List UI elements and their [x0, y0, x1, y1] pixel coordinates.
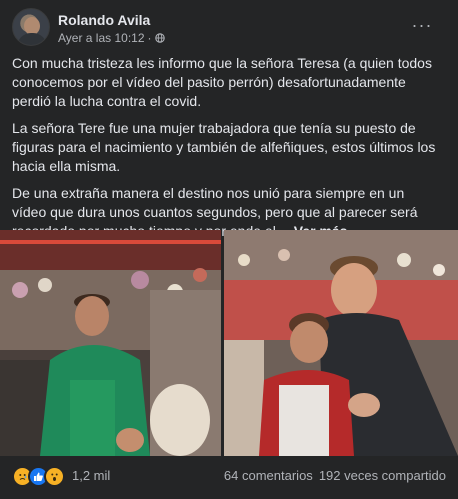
photo-right[interactable] — [224, 230, 458, 456]
reactions-count[interactable]: 1,2 mil — [72, 468, 110, 483]
post-header: Rolando Avila Ayer a las 10:12 · ··· — [12, 8, 446, 48]
reaction-icons[interactable] — [12, 466, 65, 487]
photo-shop-woman — [0, 230, 221, 456]
post-stats: 64 comentarios 192 veces compartido — [224, 468, 446, 483]
author-name[interactable]: Rolando Avila — [58, 12, 150, 28]
more-options-button[interactable]: ··· — [406, 12, 438, 38]
post-card: Rolando Avila Ayer a las 10:12 · ··· Con… — [0, 0, 458, 499]
reactions-bar: 1,2 mil 64 comentarios 192 veces compart… — [12, 462, 446, 488]
post-paragraph: Con mucha tristeza les informo que la se… — [12, 55, 432, 109]
post-text: Con mucha tristeza les informo que la se… — [12, 54, 442, 249]
globe-icon — [154, 33, 165, 43]
post-paragraph: La señora Tere fue una mujer trabajadora… — [12, 120, 436, 174]
photo-left[interactable] — [0, 230, 221, 456]
post-photos — [0, 230, 458, 456]
post-meta: Ayer a las 10:12 · — [58, 31, 165, 45]
comments-count[interactable]: 64 comentarios — [224, 468, 313, 483]
shares-count[interactable]: 192 veces compartido — [319, 468, 446, 483]
avatar[interactable] — [12, 8, 50, 46]
post-timestamp[interactable]: Ayer a las 10:12 — [58, 31, 145, 45]
wow-icon — [44, 466, 65, 487]
photo-couple — [224, 230, 458, 456]
meta-separator: · — [147, 31, 152, 45]
